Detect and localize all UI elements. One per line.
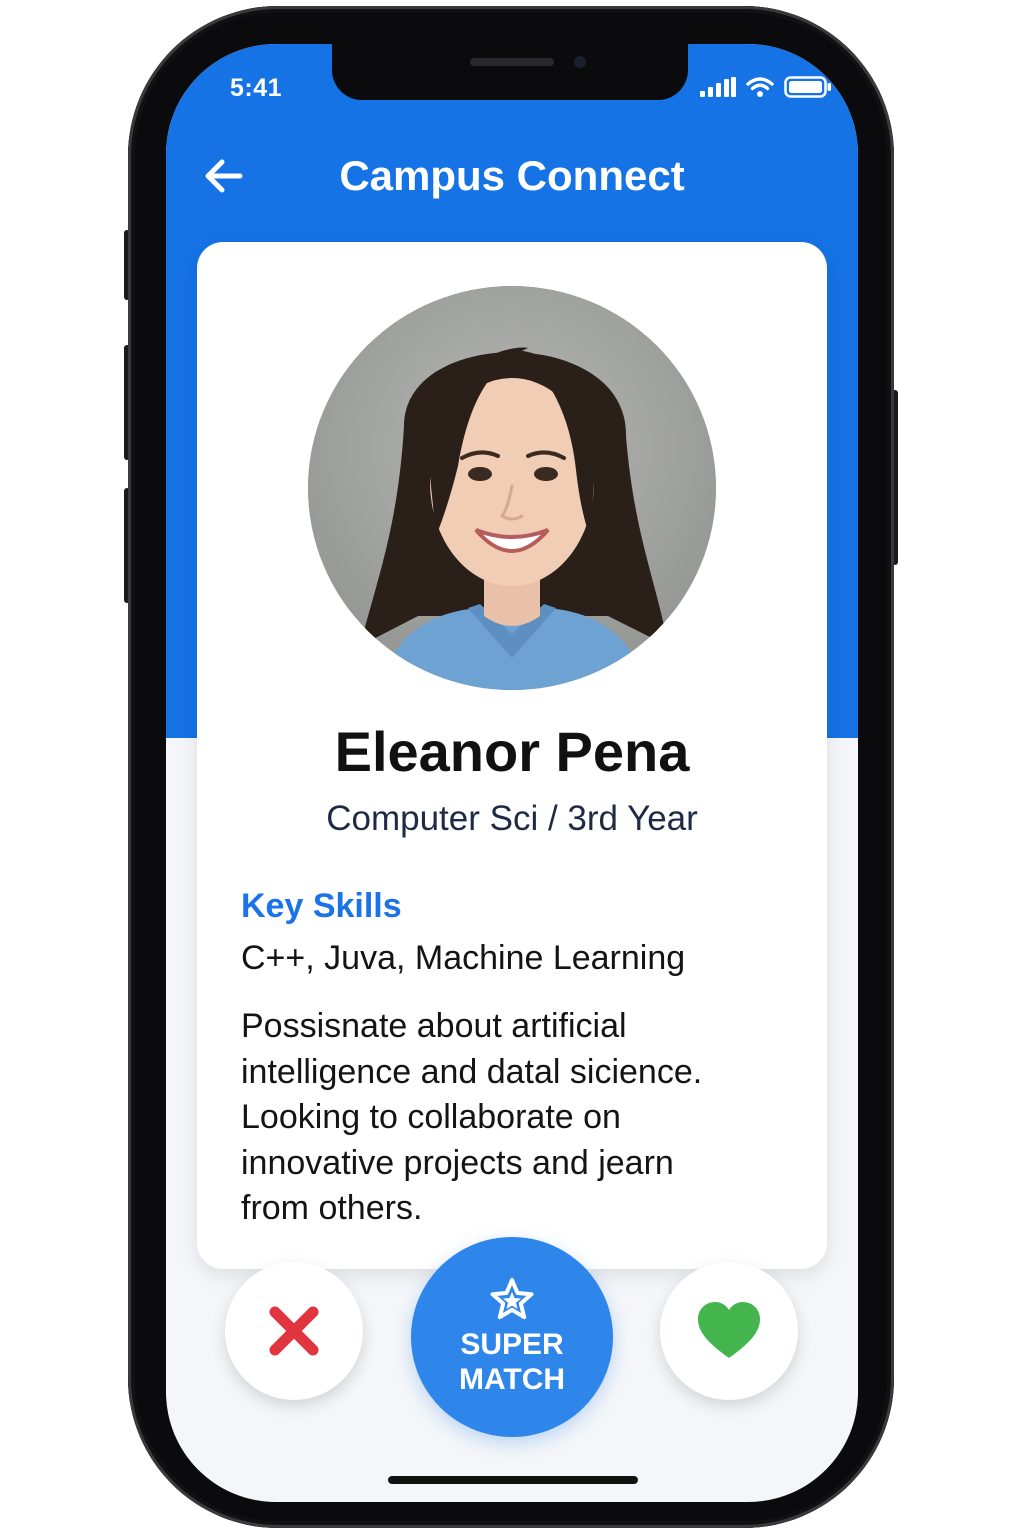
profile-name: Eleanor Pena [334,720,690,783]
front-camera [574,56,586,68]
bio-line: from others. [241,1189,423,1227]
battery-icon [784,76,831,98]
super-match-button[interactable]: SUPER MATCH [411,1237,613,1437]
heart-icon [698,1302,760,1358]
x-icon [269,1306,319,1356]
super-match-label-line2: MATCH [458,1363,566,1396]
notch [332,44,688,100]
dislike-button[interactable] [225,1262,363,1400]
star-icon [490,1278,534,1320]
profile-card[interactable]: Eleanor Pena Computer Sci / 3rd Year Key… [197,242,827,1269]
status-icons [700,76,832,98]
skills-list: C++, Juva, Machine Learning [241,939,686,977]
super-match-label-line1: SUPER [460,1328,564,1361]
device-stage: 5:41 Campus Connect Eleanor Pena Compute… [0,0,1024,1536]
bio-line: intelligence and datal sicience. [241,1052,703,1091]
home-indicator[interactable] [388,1476,638,1484]
status-time: 5:41 [230,74,283,102]
like-button[interactable] [660,1262,798,1400]
profile-photo [308,286,716,690]
wifi-icon [746,77,774,97]
bio-line: innovative projects and јearn [241,1143,674,1182]
skills-heading: Key Skills [241,887,402,925]
profile-photo-illustration [308,286,716,690]
cellular-signal-icon [700,77,736,97]
bio-line: Possisnate about artificial [241,1007,627,1045]
profile-bio: Possisnate about artificial intelligence… [241,1004,801,1232]
app-screen: 5:41 Campus Connect Eleanor Pena Compute… [166,44,858,1502]
app-title: Campus Connect [339,152,685,199]
bio-line: Looking to collaborate on [241,1098,621,1136]
super-match-label: SUPER MATCH [427,1327,597,1397]
profile-major: Computer Sci / 3rd Year [326,799,698,838]
earpiece-speaker [470,58,554,66]
